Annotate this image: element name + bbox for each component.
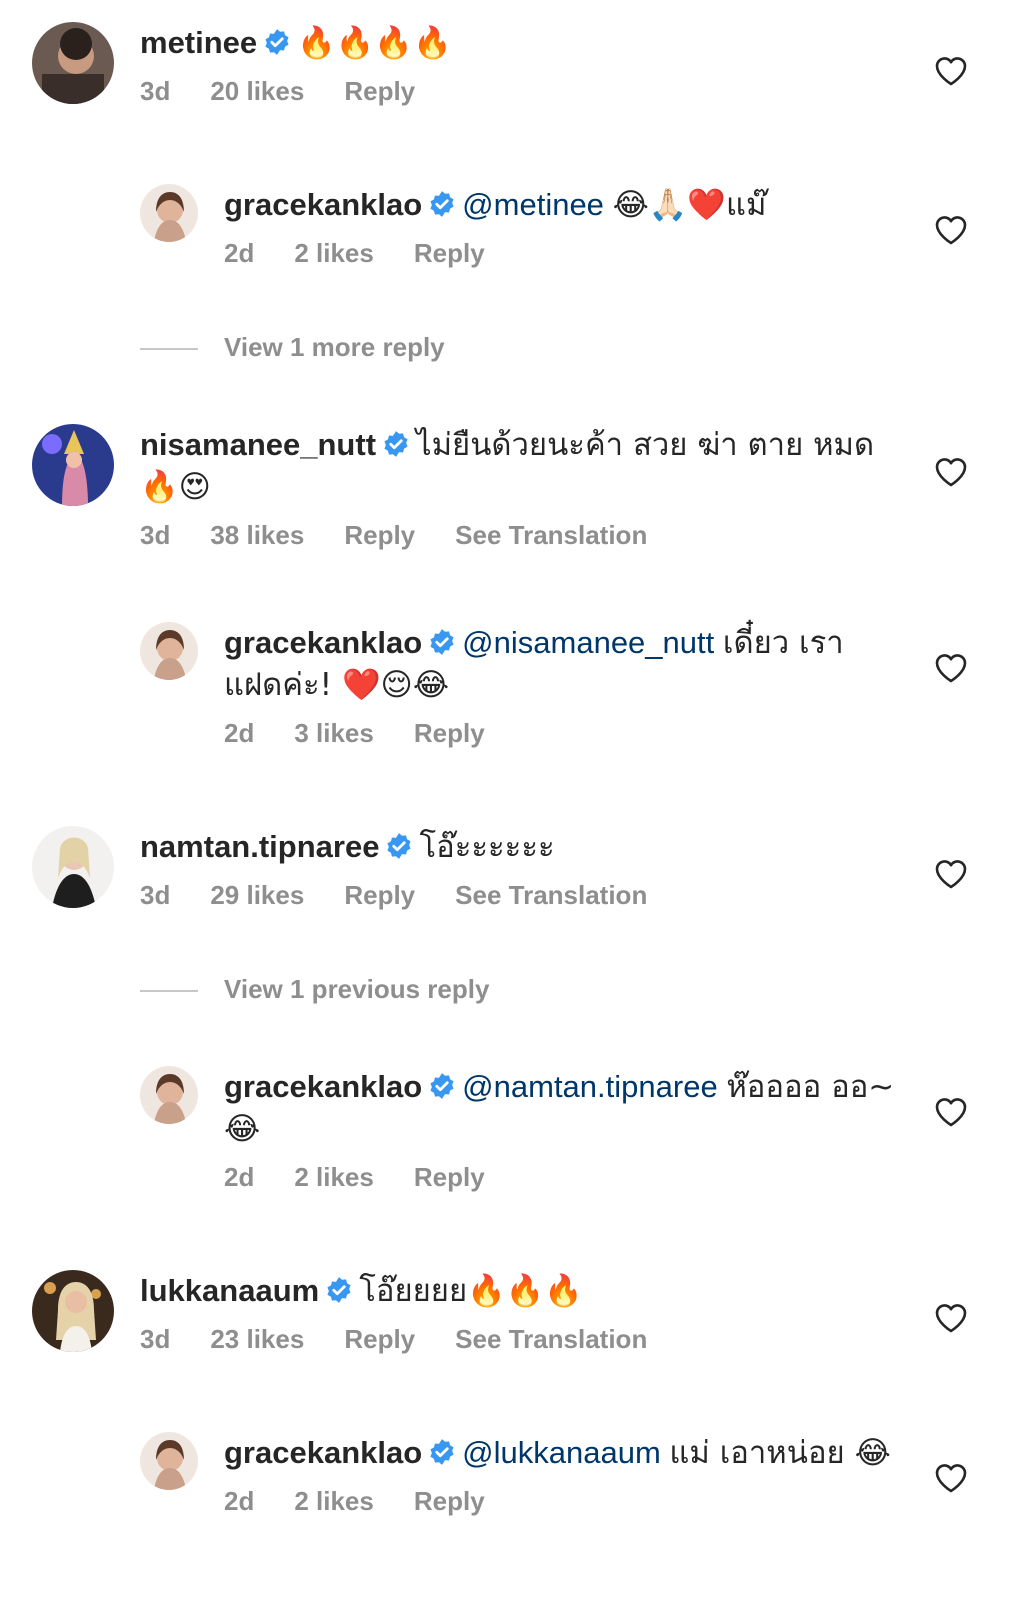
- view-replies-label: View 1 previous reply: [224, 974, 490, 1004]
- comment-text: namtan.tipnaree โอ๊ะะะะะะ: [140, 826, 904, 868]
- verified-badge-icon: [428, 1438, 456, 1466]
- username[interactable]: gracekanklao: [224, 1435, 422, 1470]
- comment-meta: 3d 29 likes Reply See Translation: [140, 880, 904, 911]
- comment-meta: 2d 2 likes Reply: [224, 238, 904, 269]
- username[interactable]: nisamanee_nutt: [140, 427, 376, 462]
- username[interactable]: gracekanklao: [224, 187, 422, 222]
- see-translation-button[interactable]: See Translation: [455, 520, 647, 551]
- comment-text: lukkanaaum โอ๊ยยยย🔥🔥🔥: [140, 1270, 904, 1312]
- timestamp: 3d: [140, 520, 171, 550]
- view-more-replies-button[interactable]: View 1 more reply: [140, 332, 445, 363]
- avatar[interactable]: [140, 184, 198, 242]
- comment-text: gracekanklao @metinee 😂🙏🏻❤️แม๊: [224, 184, 904, 226]
- verified-badge-icon: [385, 832, 413, 860]
- username[interactable]: lukkanaaum: [140, 1273, 319, 1308]
- avatar[interactable]: [140, 1432, 198, 1490]
- comment-text: gracekanklao @nisamanee_nutt เดี๋ยว เรา แ…: [224, 622, 904, 706]
- comment-meta: 3d 23 likes Reply See Translation: [140, 1324, 904, 1355]
- verified-badge-icon: [325, 1276, 353, 1304]
- reply-button[interactable]: Reply: [414, 238, 485, 269]
- comment-text: gracekanklao @namtan.tipnaree ห๊ออออ ออ~😂: [224, 1066, 904, 1150]
- username[interactable]: namtan.tipnaree: [140, 829, 379, 864]
- username[interactable]: metinee: [140, 25, 257, 60]
- like-heart-icon[interactable]: [934, 1302, 968, 1334]
- timestamp: 3d: [140, 880, 171, 910]
- see-translation-button[interactable]: See Translation: [455, 1324, 647, 1355]
- comment-meta: 3d 38 likes Reply See Translation: [140, 520, 904, 551]
- comment-text: gracekanklao @lukkanaaum แม่ เอาหน่อย 😂: [224, 1432, 904, 1474]
- avatar[interactable]: [32, 826, 114, 908]
- reply-button[interactable]: Reply: [414, 1162, 485, 1193]
- timestamp: 3d: [140, 76, 171, 106]
- comment-body: 🔥🔥🔥🔥: [297, 25, 452, 61]
- comment-meta: 2d 2 likes Reply: [224, 1162, 904, 1193]
- reply-button[interactable]: Reply: [344, 880, 415, 911]
- reply-button[interactable]: Reply: [344, 76, 415, 107]
- like-heart-icon[interactable]: [934, 652, 968, 684]
- mention-link[interactable]: @nisamanee_nutt: [462, 625, 714, 660]
- like-heart-icon[interactable]: [934, 55, 968, 87]
- comment-body: 😂🙏🏻❤️แม๊: [612, 187, 767, 223]
- divider: [140, 348, 198, 351]
- likes-count[interactable]: 29 likes: [210, 880, 304, 911]
- verified-badge-icon: [382, 430, 410, 458]
- comment-meta: 3d 20 likes Reply: [140, 76, 904, 107]
- comments-list: metinee 🔥🔥🔥🔥 3d 20 likes Reply gracekanklao…: [0, 0, 1024, 1600]
- see-translation-button[interactable]: See Translation: [455, 880, 647, 911]
- comment-text: nisamanee_nutt ไม่ยืนด้วยนะค้า สวย ฆ่า ตา…: [140, 424, 904, 508]
- username[interactable]: gracekanklao: [224, 625, 422, 660]
- reply-button[interactable]: Reply: [344, 520, 415, 551]
- reply-button[interactable]: Reply: [414, 1486, 485, 1517]
- divider: [140, 990, 198, 993]
- view-replies-label: View 1 more reply: [224, 332, 445, 362]
- reply-button[interactable]: Reply: [344, 1324, 415, 1355]
- comment-meta: 2d 2 likes Reply: [224, 1486, 904, 1517]
- timestamp: 3d: [140, 1324, 171, 1354]
- verified-badge-icon: [428, 628, 456, 656]
- verified-badge-icon: [428, 190, 456, 218]
- avatar[interactable]: [140, 1066, 198, 1124]
- view-previous-replies-button[interactable]: View 1 previous reply: [140, 974, 489, 1005]
- likes-count[interactable]: 2 likes: [294, 1486, 374, 1517]
- timestamp: 2d: [224, 1486, 255, 1516]
- like-heart-icon[interactable]: [934, 456, 968, 488]
- mention-link[interactable]: @metinee: [462, 187, 604, 222]
- like-heart-icon[interactable]: [934, 1462, 968, 1494]
- likes-count[interactable]: 20 likes: [210, 76, 304, 107]
- likes-count[interactable]: 38 likes: [210, 520, 304, 551]
- comment-meta: 2d 3 likes Reply: [224, 718, 904, 749]
- avatar[interactable]: [32, 424, 114, 506]
- comment-body: โอ๊ะะะะะะ: [419, 829, 555, 865]
- like-heart-icon[interactable]: [934, 858, 968, 890]
- timestamp: 2d: [224, 1162, 255, 1192]
- verified-badge-icon: [263, 28, 291, 56]
- avatar[interactable]: [140, 622, 198, 680]
- comment-body: แม่ เอาหน่อย 😂: [669, 1435, 891, 1471]
- reply-button[interactable]: Reply: [414, 718, 485, 749]
- timestamp: 2d: [224, 718, 255, 748]
- likes-count[interactable]: 23 likes: [210, 1324, 304, 1355]
- mention-link[interactable]: @lukkanaaum: [462, 1435, 661, 1470]
- mention-link[interactable]: @namtan.tipnaree: [462, 1069, 718, 1104]
- avatar[interactable]: [32, 22, 114, 104]
- likes-count[interactable]: 3 likes: [294, 718, 374, 749]
- comment-text: metinee 🔥🔥🔥🔥: [140, 22, 904, 64]
- like-heart-icon[interactable]: [934, 1096, 968, 1128]
- username[interactable]: gracekanklao: [224, 1069, 422, 1104]
- verified-badge-icon: [428, 1072, 456, 1100]
- timestamp: 2d: [224, 238, 255, 268]
- likes-count[interactable]: 2 likes: [294, 1162, 374, 1193]
- like-heart-icon[interactable]: [934, 214, 968, 246]
- avatar[interactable]: [32, 1270, 114, 1352]
- likes-count[interactable]: 2 likes: [294, 238, 374, 269]
- comment-body: โอ๊ยยยย🔥🔥🔥: [359, 1273, 583, 1309]
